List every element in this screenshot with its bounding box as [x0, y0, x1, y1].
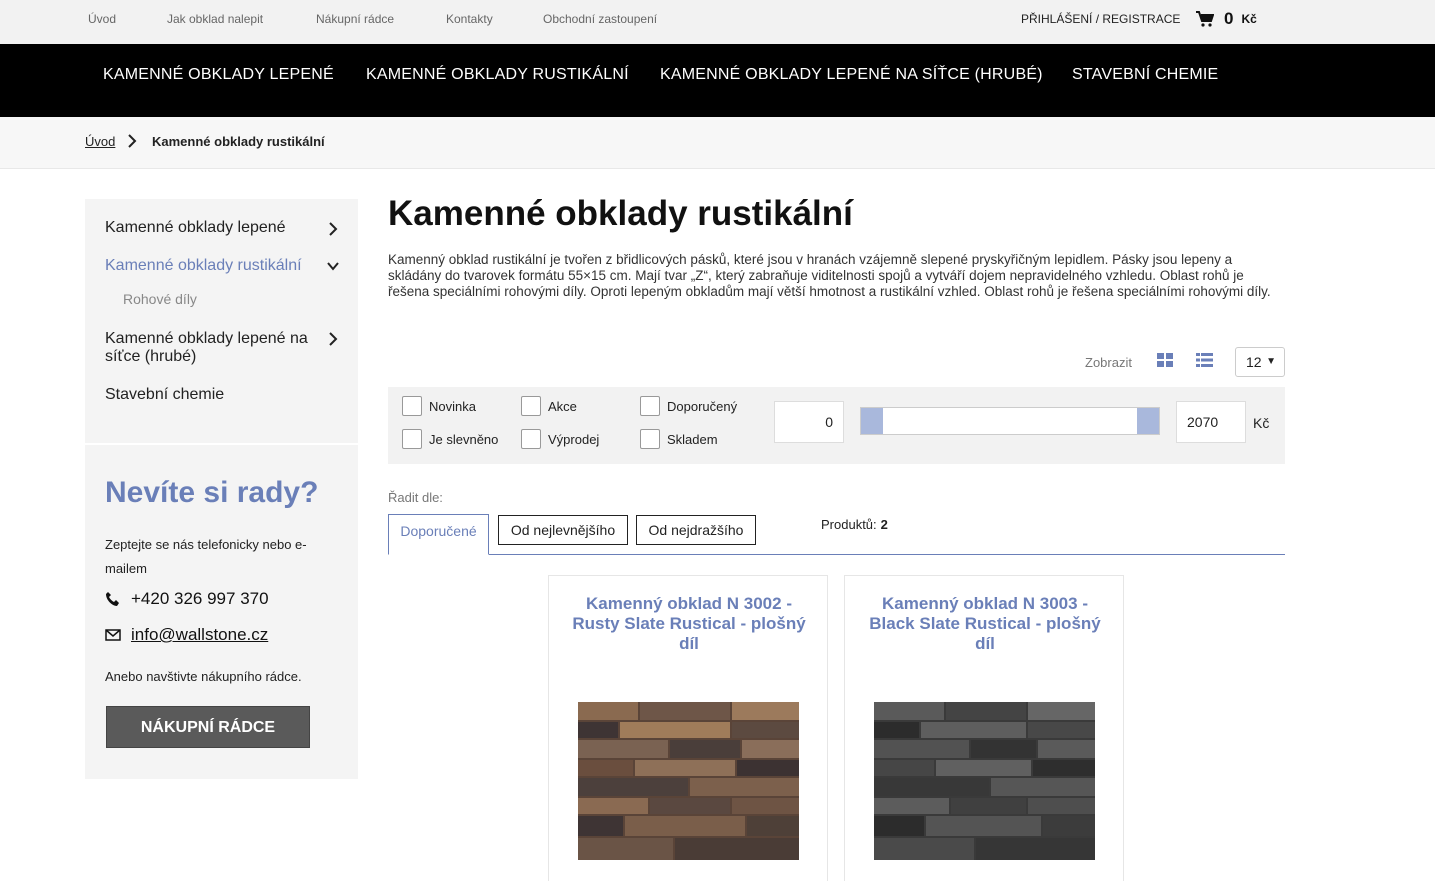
slider-handle-max[interactable]: [1137, 408, 1159, 434]
product-title[interactable]: Kamenný obklad N 3003 - Black Slate Rust…: [860, 594, 1110, 654]
filter-label: Výprodej: [548, 431, 600, 447]
product-count-label: Produktů:: [821, 517, 877, 532]
help-text: Zeptejte se nás telefonicky nebo e-maile…: [105, 537, 307, 576]
product-title[interactable]: Kamenný obklad N 3002 - Rusty Slate Rust…: [564, 594, 814, 654]
caret-down-icon: ▼: [1266, 356, 1276, 367]
sidebar-item-stavebni-chemie[interactable]: Stavební chemie: [105, 386, 320, 404]
breadcrumb-home[interactable]: Úvod: [85, 134, 115, 149]
top-link-jak-obklad-nalepit[interactable]: Jak obklad nalepit: [167, 12, 263, 26]
breadcrumb: Úvod Kamenné obklady rustikální: [0, 117, 1435, 169]
filter-panel: Novinka Akce Doporučený Je slevněno Výpr…: [388, 387, 1285, 464]
price-min-input[interactable]: 0: [774, 401, 844, 443]
filter-label: Akce: [548, 398, 577, 414]
filter-skladem[interactable]: Skladem: [640, 429, 718, 449]
help-phone[interactable]: +420 326 997 370: [105, 589, 269, 609]
top-link-kontakty[interactable]: Kontakty: [446, 12, 493, 26]
slider-handle-min[interactable]: [861, 408, 883, 434]
filter-akce[interactable]: Akce: [521, 396, 577, 416]
filter-novinka[interactable]: Novinka: [402, 396, 476, 416]
sort-tab-cheapest[interactable]: Od nejlevnějšího: [498, 515, 628, 545]
checkbox[interactable]: [640, 429, 660, 449]
filter-label: Skladem: [667, 431, 718, 447]
product-image[interactable]: [578, 702, 799, 860]
filter-vyprodej[interactable]: Výprodej: [521, 429, 599, 449]
page-title: Kamenné obklady rustikální: [388, 194, 853, 233]
checkbox[interactable]: [521, 396, 541, 416]
sort-tab-most-expensive[interactable]: Od nejdražšího: [636, 515, 756, 545]
breadcrumb-current: Kamenné obklady rustikální: [152, 134, 325, 149]
category-description: Kamenný obklad rustikální je tvořen z bř…: [388, 252, 1271, 299]
login-register-link[interactable]: PŘIHLÁŠENÍ / REGISTRACE: [1021, 12, 1180, 26]
filter-doporuceny[interactable]: Doporučený: [640, 396, 737, 416]
help-visit-text: Anebo navštivte nákupního rádce.: [105, 669, 302, 684]
email-address: info@wallstone.cz: [131, 625, 269, 644]
grid-view-icon[interactable]: [1157, 353, 1173, 367]
chevron-right-icon[interactable]: [327, 222, 339, 236]
cart[interactable]: 0 Kč: [1196, 9, 1257, 29]
product-card[interactable]: Kamenný obklad N 3002 - Rusty Slate Rust…: [548, 575, 828, 881]
sort-tab-recommended[interactable]: Doporučené: [388, 514, 489, 555]
envelope-icon: [105, 629, 121, 641]
shopping-advisor-button[interactable]: NÁKUPNÍ RÁDCE: [106, 706, 310, 748]
filter-je-slevneno[interactable]: Je slevněno: [402, 429, 498, 449]
sidebar-categories: Kamenné obklady lepené Kamenné obklady r…: [85, 199, 358, 443]
top-link-obchodni-zastoupeni[interactable]: Obchodní zastoupení: [543, 12, 657, 26]
sidebar-item-rustikalni[interactable]: Kamenné obklady rustikální: [105, 257, 320, 275]
filter-label: Je slevněno: [429, 431, 499, 447]
price-max-input[interactable]: 2070: [1176, 401, 1246, 443]
phone-number: +420 326 997 370: [131, 589, 269, 608]
checkbox[interactable]: [402, 429, 422, 449]
cart-currency: Kč: [1241, 12, 1257, 26]
nav-item-stavebni-chemie[interactable]: STAVEBNÍ CHEMIE: [1072, 66, 1218, 84]
per-page-select[interactable]: 12 ▼: [1235, 347, 1285, 377]
sidebar-subitem-rohove-dily[interactable]: Rohové díly: [123, 291, 197, 307]
phone-icon: [106, 592, 119, 606]
sidebar-item-na-sitce[interactable]: Kamenné obklady lepené na síťce (hrubé): [105, 330, 320, 366]
cart-icon: [1196, 11, 1214, 27]
price-slider[interactable]: [860, 407, 1160, 435]
chevron-right-icon[interactable]: [327, 332, 339, 346]
sidebar-item-lepene[interactable]: Kamenné obklady lepené: [105, 219, 320, 237]
filter-label: Novinka: [429, 398, 476, 414]
view-label: Zobrazit: [1085, 355, 1132, 370]
product-image[interactable]: [874, 702, 1095, 860]
filter-label: Doporučený: [667, 398, 738, 414]
nav-item-na-sitce[interactable]: KAMENNÉ OBKLADY LEPENÉ NA SÍŤCE (HRUBÉ): [660, 66, 1043, 84]
nav-item-lepene[interactable]: KAMENNÉ OBKLADY LEPENÉ: [103, 66, 334, 84]
product-count-value: 2: [880, 517, 888, 532]
per-page-value: 12: [1246, 354, 1262, 370]
main-nav: KAMENNÉ OBKLADY LEPENÉ KAMENNÉ OBKLADY R…: [0, 44, 1435, 117]
checkbox[interactable]: [402, 396, 422, 416]
help-title: Nevíte si rady?: [105, 476, 319, 509]
help-box: Nevíte si rady? Zeptejte se nás telefoni…: [85, 445, 358, 779]
product-count: Produktů: 2: [821, 517, 888, 532]
sort-divider: [388, 554, 1285, 555]
top-link-nakupni-radce[interactable]: Nákupní rádce: [316, 12, 394, 26]
top-link-uvod[interactable]: Úvod: [88, 12, 116, 26]
sort-label: Řadit dle:: [388, 490, 443, 505]
chevron-down-icon[interactable]: [327, 259, 339, 273]
nav-item-rustikalni[interactable]: KAMENNÉ OBKLADY RUSTIKÁLNÍ: [366, 66, 629, 84]
checkbox[interactable]: [521, 429, 541, 449]
price-currency: Kč: [1253, 415, 1270, 431]
chevron-right-icon: [128, 134, 137, 148]
cart-amount: 0: [1224, 9, 1234, 28]
list-view-icon[interactable]: [1196, 353, 1213, 367]
product-card[interactable]: Kamenný obklad N 3003 - Black Slate Rust…: [844, 575, 1124, 881]
checkbox[interactable]: [640, 396, 660, 416]
help-email[interactable]: info@wallstone.cz: [105, 625, 268, 645]
top-bar: Úvod Jak obklad nalepit Nákupní rádce Ko…: [0, 0, 1435, 44]
